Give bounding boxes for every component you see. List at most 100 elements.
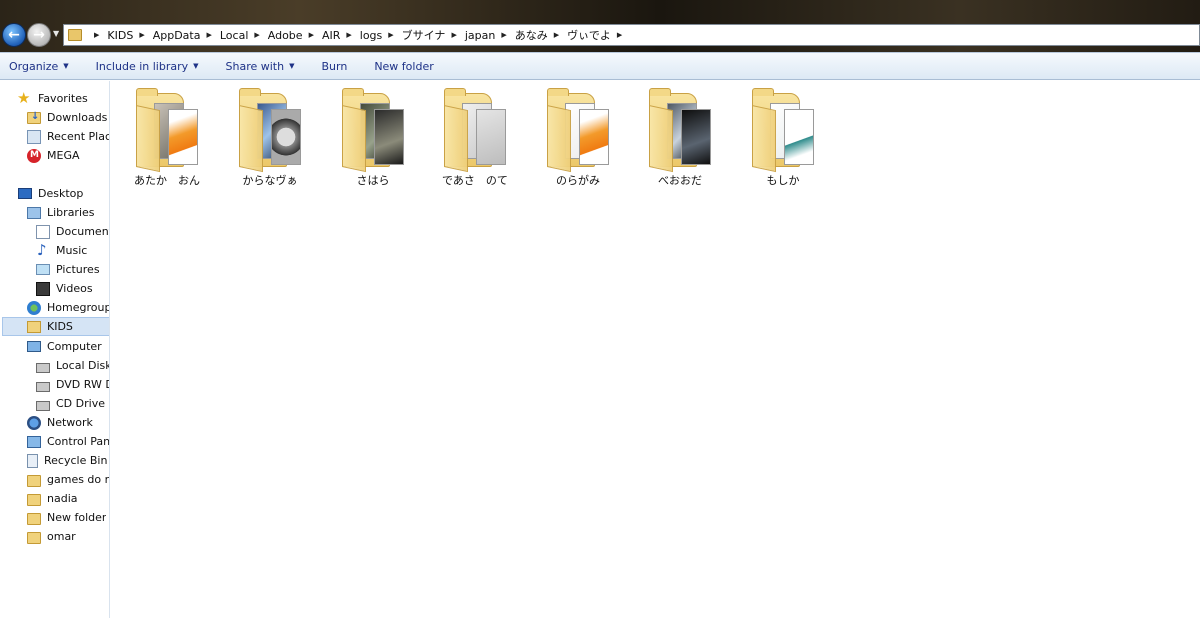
new-folder-button[interactable]: New folder — [374, 60, 433, 73]
nav-item-music[interactable]: Music — [36, 241, 87, 260]
nav-item-recycle-bin[interactable]: Recycle Bin — [27, 451, 107, 470]
breadcrumb-item[interactable]: KIDS — [107, 29, 133, 42]
title-bar: ← → ▼ ▶ KIDS ▶ AppData ▶ Local ▶ Adobe ▶… — [0, 0, 1200, 52]
include-in-library-button[interactable]: Include in library ▼ — [96, 60, 199, 73]
address-bar[interactable]: ▶ KIDS ▶ AppData ▶ Local ▶ Adobe ▶ AIR ▶… — [63, 24, 1200, 46]
nav-item-folder[interactable]: omar — [27, 527, 76, 546]
nav-item-pictures[interactable]: Pictures — [36, 260, 100, 279]
folder-item[interactable]: からなヴぁ — [219, 87, 321, 193]
nav-item-network[interactable]: Network — [27, 413, 93, 432]
include-in-library-label: Include in library — [95, 59, 189, 73]
nav-item-documents[interactable]: Documents — [36, 222, 109, 241]
folder-name: さはら — [356, 174, 390, 187]
user-folder-icon — [27, 320, 41, 333]
nav-item-folder[interactable]: nadia — [27, 489, 78, 508]
folder-item[interactable]: であさ のて — [424, 87, 526, 193]
breadcrumb-item[interactable]: AppData — [153, 29, 201, 42]
chevron-right-icon[interactable]: ▶ — [388, 31, 393, 39]
folder-thumbnail-icon — [338, 87, 408, 173]
nav-item-mega[interactable]: MEGA — [27, 146, 80, 165]
breadcrumb-item[interactable]: AIR — [322, 29, 340, 42]
nav-item-computer[interactable]: Computer — [27, 337, 102, 356]
chevron-down-icon: ▼ — [193, 62, 199, 70]
nav-item-recent-places[interactable]: Recent Places — [27, 127, 109, 146]
burn-button[interactable]: Burn — [321, 60, 347, 73]
videos-icon — [36, 281, 50, 296]
breadcrumb-item[interactable]: あなみ — [515, 27, 548, 43]
dvd-drive-icon — [36, 381, 50, 392]
downloads-icon — [27, 111, 41, 124]
chevron-right-icon[interactable]: ▶ — [206, 31, 211, 39]
folder-thumbnail-icon — [748, 87, 818, 173]
command-bar: Organize ▼ Include in library ▼ Share wi… — [0, 52, 1200, 80]
folder-item[interactable]: べおおだ — [629, 87, 731, 193]
folder-item[interactable]: あたか おん — [116, 87, 218, 193]
forward-button[interactable]: → — [27, 23, 51, 47]
nav-item-kids[interactable]: KIDS — [2, 317, 109, 336]
folder-icon — [27, 512, 41, 525]
folder-name: からなヴぁ — [242, 174, 298, 187]
chevron-right-icon[interactable]: ▶ — [94, 31, 99, 39]
share-with-label: Share with — [225, 59, 285, 73]
nav-item-libraries[interactable]: Libraries — [27, 203, 95, 222]
folder-thumbnail-icon — [543, 87, 613, 173]
star-icon — [18, 89, 32, 107]
organize-button[interactable]: Organize ▼ — [9, 60, 69, 73]
folder-name: であさ のて — [442, 174, 508, 187]
navigation-pane[interactable]: Favorites Downloads Recent Places MEGA D… — [0, 81, 110, 618]
chevron-right-icon[interactable]: ▶ — [501, 31, 506, 39]
folder-icon — [27, 474, 41, 487]
chevron-right-icon[interactable]: ▶ — [617, 31, 622, 39]
chevron-right-icon[interactable]: ▶ — [451, 31, 456, 39]
chevron-right-icon[interactable]: ▶ — [254, 31, 259, 39]
nav-item-videos[interactable]: Videos — [36, 279, 93, 298]
folder-thumbnail-icon — [440, 87, 510, 173]
nav-item-folder[interactable]: games do no — [27, 470, 109, 489]
nav-item-folder[interactable]: New folder — [27, 508, 106, 527]
libraries-icon — [27, 206, 41, 219]
breadcrumb-item[interactable]: japan — [465, 29, 496, 42]
folder-thumbnail-icon — [645, 87, 715, 173]
breadcrumb-item[interactable]: ヴぃでよ — [567, 27, 611, 43]
cd-drive-icon — [36, 400, 50, 411]
folder-name: もしか — [766, 174, 800, 187]
chevron-right-icon[interactable]: ▶ — [139, 31, 144, 39]
control-panel-icon — [27, 435, 41, 448]
chevron-right-icon[interactable]: ▶ — [346, 31, 351, 39]
folder-item[interactable]: さはら — [322, 87, 424, 193]
folder-icon — [27, 493, 41, 506]
share-with-button[interactable]: Share with ▼ — [226, 60, 295, 73]
chevron-right-icon[interactable]: ▶ — [554, 31, 559, 39]
chevron-right-icon[interactable]: ▶ — [309, 31, 314, 39]
breadcrumb-item[interactable]: Local — [220, 29, 249, 42]
folder-icon — [27, 531, 41, 544]
nav-item-cd-drive[interactable]: CD Drive (F — [36, 394, 109, 413]
nav-item-favorites[interactable]: Favorites — [18, 89, 88, 108]
organize-label: Organize — [9, 59, 59, 73]
back-button[interactable]: ← — [2, 23, 26, 47]
folder-thumbnail-icon — [132, 87, 202, 173]
desktop-icon — [18, 188, 32, 199]
chevron-down-icon: ▼ — [53, 29, 60, 38]
folder-name: あたか おん — [134, 174, 200, 187]
folder-name: べおおだ — [658, 174, 702, 187]
nav-item-dvd-drive[interactable]: DVD RW Dr — [36, 375, 109, 394]
documents-icon — [36, 224, 50, 239]
breadcrumb-item[interactable]: ブサイナ — [402, 27, 446, 43]
nav-item-homegroup[interactable]: Homegroup — [27, 298, 109, 317]
recent-pages-dropdown[interactable]: ▼ — [53, 29, 61, 39]
music-icon — [36, 241, 50, 259]
file-list[interactable]: あたか おん からなヴぁ さはら であさ のて のらがみ べおおだ もしか — [111, 81, 1200, 618]
folder-icon — [68, 29, 82, 41]
nav-item-control-panel[interactable]: Control Panel — [27, 432, 109, 451]
computer-icon — [27, 341, 41, 352]
nav-item-local-disk[interactable]: Local Disk ( — [36, 356, 109, 375]
folder-item[interactable]: のらがみ — [527, 87, 629, 193]
nav-item-downloads[interactable]: Downloads — [27, 108, 107, 127]
chevron-down-icon: ▼ — [289, 62, 295, 70]
breadcrumb-item[interactable]: Adobe — [268, 29, 303, 42]
folder-item[interactable]: もしか — [732, 87, 834, 193]
breadcrumb-item[interactable]: logs — [360, 29, 383, 42]
homegroup-icon — [27, 300, 41, 315]
nav-item-desktop[interactable]: Desktop — [18, 184, 83, 203]
